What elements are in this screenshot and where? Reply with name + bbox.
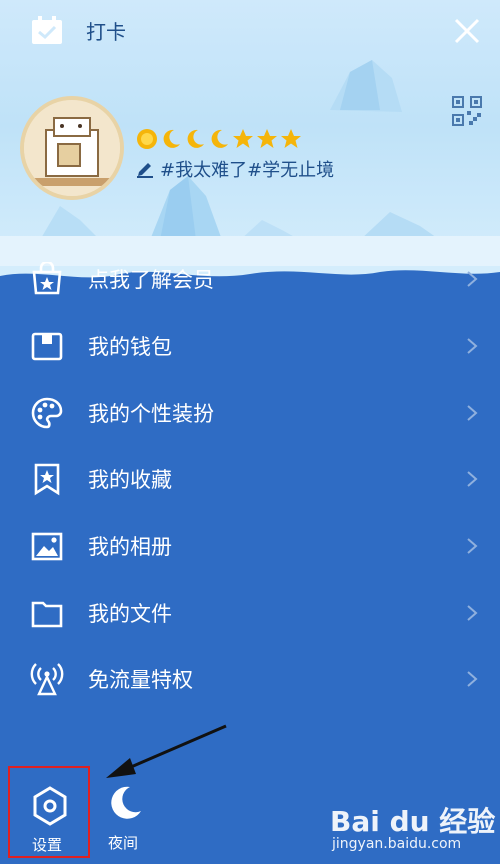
moon-badge-icon [187,129,204,148]
qr-code-icon[interactable] [452,96,482,126]
close-icon[interactable] [452,16,482,46]
wallet-icon [31,332,63,361]
settings-hexagon-icon [33,786,67,826]
settings-button[interactable]: 设置 [8,766,90,858]
moon-badge-icon [211,129,228,148]
menu-item-personalize[interactable]: 我的个性装扮 [0,379,500,446]
menu-label: 我的文件 [88,601,172,626]
signature-text: #我太难了#学无止境 [160,160,335,181]
star-badge-icon [233,129,253,148]
watermark-url: jingyan.baidu.com [332,836,462,852]
settings-label: 设置 [32,836,63,854]
menu-item-vip[interactable]: 点我了解会员 [0,246,500,313]
menu-label: 免流量特权 [88,668,193,693]
folder-icon [31,601,63,628]
menu-item-wallet[interactable]: 我的钱包 [0,313,500,380]
drawer-menu: 点我了解会员 我的钱包 我的个性装扮 我的收藏 我的相册 我的文件 免流量特权 [0,246,500,713]
menu-item-files[interactable]: 我的文件 [0,579,500,646]
chevron-right-icon [467,605,478,621]
moon-icon [111,786,141,819]
checkin-label[interactable]: 打卡 [86,16,126,45]
sun-badge-icon [137,129,157,149]
palette-icon [31,397,63,429]
vip-bag-icon [32,262,62,295]
chevron-right-icon [467,404,478,421]
baidu-jingyan-watermark: Bai du 经验 [330,805,496,838]
menu-label: 我的钱包 [88,335,172,360]
bookmark-star-icon [34,464,60,496]
chevron-right-icon [467,538,478,554]
night-mode-label: 夜间 [108,834,139,852]
photo-icon [31,532,63,561]
level-badges[interactable] [136,128,302,152]
moon-badge-icon [163,129,180,148]
night-mode-button[interactable]: 夜间 [104,780,150,856]
chevron-right-icon [467,271,478,288]
star-badge-icon [257,129,277,148]
chevron-right-icon [467,671,478,688]
avatar[interactable] [20,96,124,200]
menu-label: 点我了解会员 [88,268,214,293]
checkin-calendar-icon[interactable] [30,16,64,46]
antenna-icon [30,663,64,696]
chevron-right-icon [467,338,478,354]
signature[interactable]: #我太难了#学无止境 [136,156,334,182]
menu-label: 我的收藏 [88,468,172,493]
avatar-image [24,100,120,196]
menu-label: 我的个性装扮 [88,401,214,426]
menu-item-favorites[interactable]: 我的收藏 [0,446,500,513]
menu-item-album[interactable]: 我的相册 [0,513,500,580]
star-badge-icon [281,129,301,148]
menu-item-free-data[interactable]: 免流量特权 [0,646,500,713]
chevron-right-icon [467,471,478,488]
menu-label: 我的相册 [88,535,172,560]
annotation-arrow [106,724,227,778]
edit-pencil-icon [137,163,153,178]
